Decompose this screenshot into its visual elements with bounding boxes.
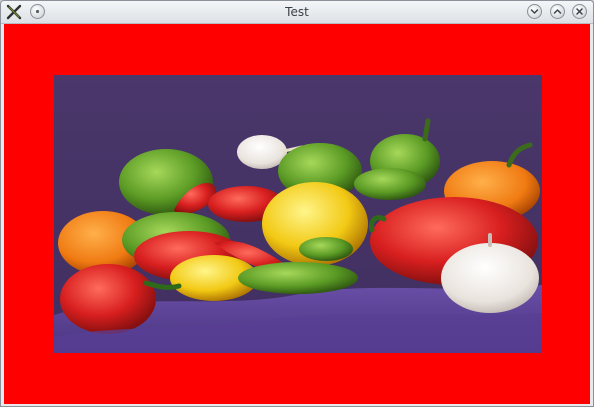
maximize-button[interactable] [550, 4, 565, 19]
window-menu-button[interactable] [30, 4, 45, 19]
circle-menu-icon [35, 9, 40, 14]
application-window: Test [0, 0, 594, 407]
peppers-image [54, 75, 542, 353]
window-title: Test [285, 5, 309, 19]
close-x-icon [576, 8, 583, 15]
title-bar[interactable]: Test [1, 1, 593, 24]
chevron-down-icon [530, 9, 539, 14]
close-button[interactable] [572, 4, 587, 19]
red-content-area [4, 24, 590, 404]
minimize-button[interactable] [527, 4, 542, 19]
vegetable-photo-drawing [54, 75, 542, 353]
app-x-icon [6, 4, 22, 20]
chevron-up-icon [553, 9, 562, 14]
